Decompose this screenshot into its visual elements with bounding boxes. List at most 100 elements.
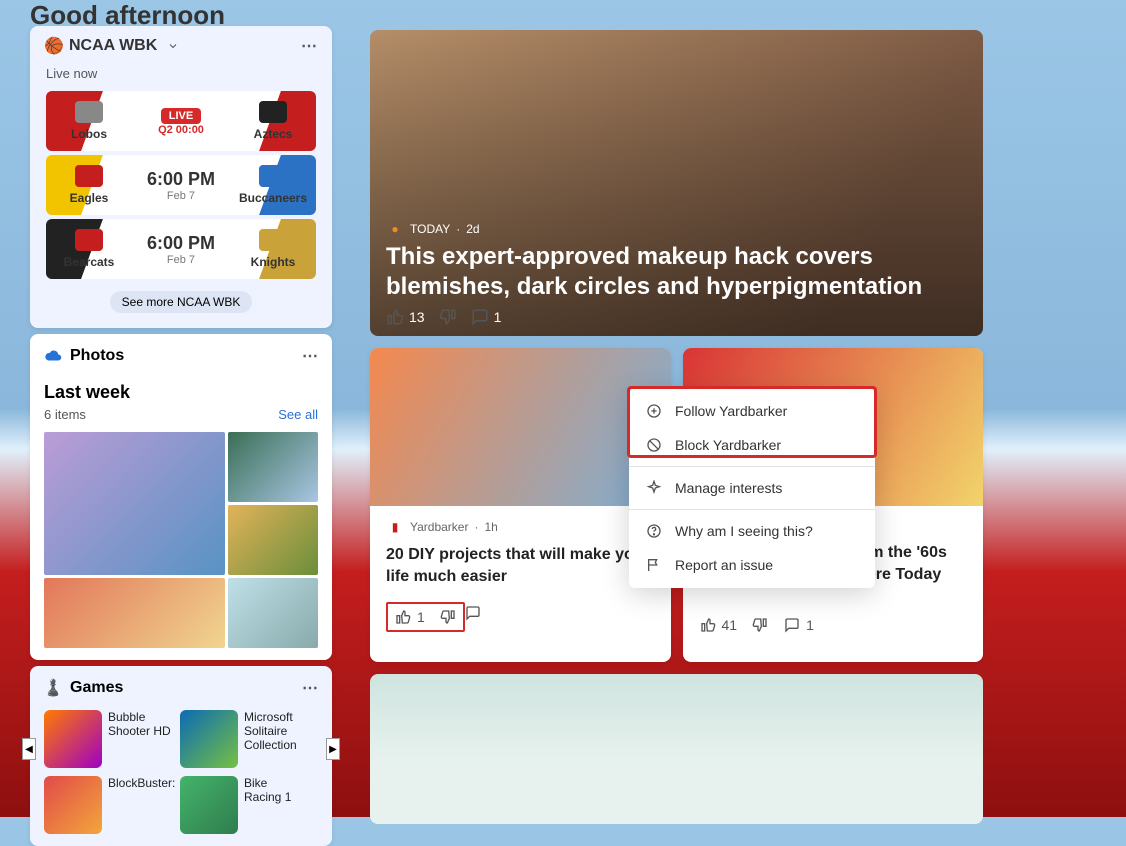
source-icon: ● (386, 220, 404, 238)
game-name: Bubble Shooter HD (108, 710, 172, 738)
game-row[interactable]: Bearcats 6:00 PM Feb 7 Knights (46, 219, 316, 279)
menu-manage-interests[interactable]: Manage interests (629, 471, 875, 505)
team-name-left: Lobos (71, 127, 107, 141)
sports-header[interactable]: 🏀 NCAA WBK ⋯ (30, 26, 332, 66)
comment-icon (783, 616, 801, 634)
prev-button[interactable]: ◀ (22, 738, 36, 760)
article-card[interactable] (370, 674, 983, 824)
photos-card: Photos ⋯ Last week 6 items See all (30, 334, 332, 660)
league-icon: 🏀 (45, 37, 63, 55)
photo-thumb[interactable] (44, 432, 225, 575)
dislike-button[interactable] (439, 608, 457, 626)
comment-button[interactable]: 1 (471, 308, 502, 326)
games-icon: ♟️ (44, 679, 62, 697)
chevron-down-icon[interactable] (164, 37, 182, 55)
hero-source: TODAY (410, 222, 450, 236)
menu-report[interactable]: Report an issue (629, 548, 875, 582)
next-button[interactable]: ▶ (326, 738, 340, 760)
game-tile[interactable]: Microsoft Solitaire Collection (180, 710, 308, 768)
dislike-button[interactable] (439, 308, 457, 326)
photo-thumb[interactable] (228, 432, 318, 502)
more-icon[interactable]: ⋯ (301, 36, 317, 56)
like-button[interactable]: 1 (394, 608, 425, 626)
game-sub: Feb 7 (126, 254, 236, 266)
like-count: 1 (417, 609, 425, 625)
team-name-right: Knights (251, 255, 296, 269)
context-menu: Follow Yardbarker Block Yardbarker Manag… (629, 388, 875, 588)
thumbs-up-icon (699, 616, 717, 634)
article-age: 1h (484, 520, 497, 534)
photo-thumb[interactable] (44, 578, 225, 648)
games-card: ♟️ Games ⋯ ◀ Bubble Shooter HD Microsoft… (30, 666, 332, 846)
photos-heading: Last week (44, 382, 318, 403)
comment-icon (471, 308, 489, 326)
sparkle-icon (645, 479, 663, 497)
comment-count: 1 (494, 309, 502, 325)
live-now-label: Live now (30, 66, 332, 87)
dislike-button[interactable] (751, 616, 769, 634)
hero-card[interactable]: ● TODAY · 2d This expert-approved makeup… (370, 30, 983, 336)
thumbs-down-icon (439, 308, 457, 326)
menu-label: Report an issue (675, 557, 773, 573)
flag-icon (645, 556, 663, 574)
see-more-button[interactable]: See more NCAA WBK (110, 291, 253, 313)
team-name-right: Aztecs (254, 127, 293, 141)
like-count: 41 (722, 617, 738, 633)
game-row[interactable]: Eagles 6:00 PM Feb 7 Buccaneers (46, 155, 316, 215)
sidebar: 🏀 NCAA WBK ⋯ Live now Lobos LIVE Q2 00:0… (30, 26, 332, 846)
live-badge: LIVE (161, 108, 201, 124)
dot: · (456, 222, 460, 236)
photo-grid (44, 432, 318, 648)
like-count: 13 (409, 309, 425, 325)
menu-label: Manage interests (675, 480, 782, 496)
see-all-link[interactable]: See all (278, 407, 318, 422)
question-icon (645, 522, 663, 540)
dot: · (474, 520, 478, 534)
hero-age: 2d (466, 222, 479, 236)
comment-button[interactable]: 1 (783, 616, 814, 634)
thumbs-down-icon (439, 608, 457, 626)
game-tile[interactable]: Bubble Shooter HD (44, 710, 172, 768)
game-tile[interactable]: Bike Racing 1 (180, 776, 308, 834)
comment-icon (464, 604, 482, 622)
game-thumb (44, 776, 102, 834)
menu-why-seeing[interactable]: Why am I seeing this? (629, 514, 875, 548)
block-icon (645, 436, 663, 454)
hero-title: This expert-approved makeup hack covers … (386, 242, 967, 302)
game-sub: Q2 00:00 (126, 124, 236, 136)
article-title: 20 DIY projects that will make your life… (386, 544, 655, 588)
game-time: 6:00 PM (126, 233, 236, 254)
team-name-left: Eagles (70, 191, 109, 205)
game-thumb (180, 776, 238, 834)
article-image (370, 348, 671, 506)
more-icon[interactable]: ⋯ (302, 678, 318, 698)
photo-thumb[interactable] (228, 578, 318, 648)
source-icon: ▮ (386, 518, 404, 536)
more-icon[interactable]: ⋯ (302, 346, 318, 366)
games-label: Games (70, 679, 123, 697)
team-name-left: Bearcats (64, 255, 115, 269)
cloud-icon (44, 347, 62, 365)
game-tile[interactable]: BlockBuster: (44, 776, 172, 834)
game-name: Microsoft Solitaire Collection (244, 710, 308, 752)
article-card[interactable]: ▮ Yardbarker · 1h 20 DIY projects that w… (370, 348, 671, 662)
thumbs-up-icon (386, 308, 404, 326)
photos-count: 6 items (44, 407, 86, 422)
game-row[interactable]: Lobos LIVE Q2 00:00 Aztecs (46, 91, 316, 151)
menu-label: Follow Yardbarker (675, 403, 787, 419)
game-time: 6:00 PM (126, 169, 236, 190)
thumbs-up-icon (394, 608, 412, 626)
menu-label: Block Yardbarker (675, 437, 781, 453)
photos-label: Photos (70, 347, 124, 365)
sports-card: 🏀 NCAA WBK ⋯ Live now Lobos LIVE Q2 00:0… (30, 26, 332, 328)
comment-button[interactable] (464, 604, 671, 622)
like-button[interactable]: 13 (386, 308, 425, 326)
menu-block[interactable]: Block Yardbarker (629, 428, 875, 462)
menu-label: Why am I seeing this? (675, 523, 813, 539)
comment-count: 1 (806, 617, 814, 633)
like-button[interactable]: 41 (699, 616, 738, 634)
photo-thumb[interactable] (228, 505, 318, 575)
menu-follow[interactable]: Follow Yardbarker (629, 394, 875, 428)
game-sub: Feb 7 (126, 190, 236, 202)
game-thumb (44, 710, 102, 768)
